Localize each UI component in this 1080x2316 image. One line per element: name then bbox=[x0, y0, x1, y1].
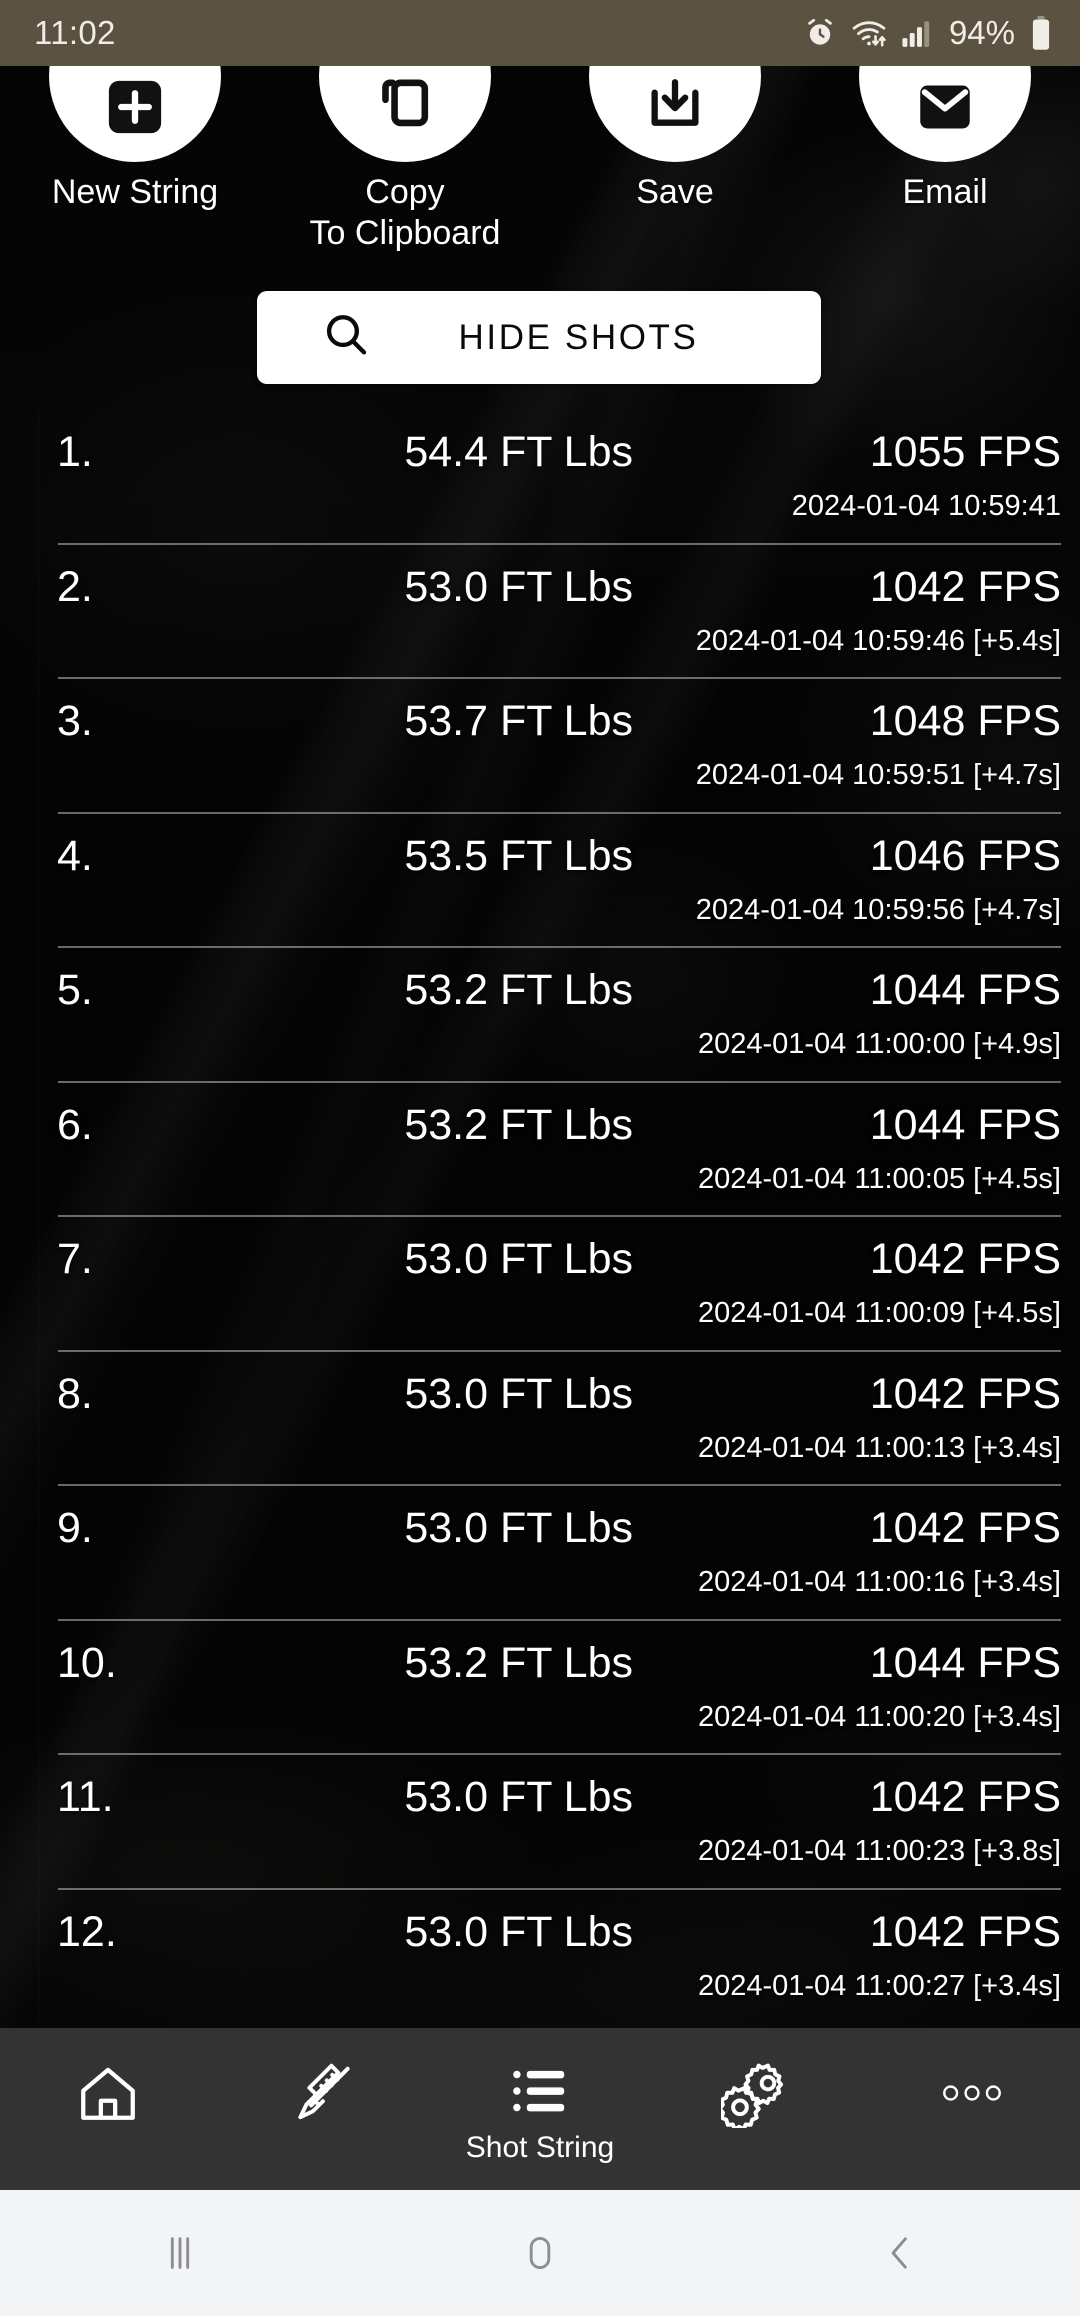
shot-energy: 53.5 FT Lbs bbox=[404, 831, 633, 880]
nav-item-more[interactable] bbox=[864, 2028, 1080, 2190]
shot-timestamp: 2024-01-04 11:00:05 [+4.5s] bbox=[697, 1162, 1061, 1195]
table-row[interactable]: 9. 53.0 FT Lbs 1042 FPS 2024-01-04 11:00… bbox=[0, 1486, 1080, 1621]
shot-energy: 53.0 FT Lbs bbox=[404, 1235, 633, 1283]
shot-energy: 53.0 FT Lbs bbox=[404, 1369, 633, 1418]
back-button[interactable] bbox=[720, 2190, 1080, 2316]
shot-speed: 1044 FPS bbox=[869, 1100, 1061, 1149]
rifle-icon bbox=[291, 2060, 357, 2126]
table-row[interactable]: 11. 53.0 FT Lbs 1042 FPS 2024-01-04 11:0… bbox=[0, 1755, 1080, 1890]
nav-item-settings[interactable] bbox=[648, 2028, 864, 2190]
email-button[interactable]: Email bbox=[810, 0, 1080, 254]
gears-icon bbox=[721, 2058, 791, 2128]
system-navigation-bar bbox=[0, 2190, 1080, 2316]
shot-speed: 1048 FPS bbox=[869, 697, 1061, 745]
hide-shots-button[interactable]: HIDE SHOTS bbox=[257, 291, 821, 384]
status-icons: 94% bbox=[803, 14, 1052, 52]
nav-item-shot-string-label: Shot String bbox=[465, 2130, 615, 2164]
shot-energy: 53.2 FT Lbs bbox=[404, 1100, 633, 1149]
shot-speed: 1042 FPS bbox=[869, 1773, 1061, 1821]
shot-timestamp: 2024-01-04 11:00:27 [+3.4s] bbox=[697, 1969, 1061, 2002]
recents-icon bbox=[157, 2230, 203, 2276]
table-row[interactable]: 12. 53.0 FT Lbs 1042 FPS 2024-01-04 11:0… bbox=[0, 1890, 1080, 2023]
recents-button[interactable] bbox=[0, 2190, 360, 2316]
shot-timestamp: 2024-01-04 10:59:41 bbox=[791, 490, 1061, 522]
copy-to-clipboard-button[interactable]: Copy To Clipboard bbox=[270, 0, 540, 254]
shot-timestamp: 2024-01-04 11:00:23 [+3.8s] bbox=[697, 1835, 1061, 1867]
copy-to-clipboard-button-label: Copy To Clipboard bbox=[310, 172, 501, 254]
shot-energy: 53.2 FT Lbs bbox=[404, 1638, 633, 1687]
table-row[interactable]: 5. 53.2 FT Lbs 1044 FPS 2024-01-04 11:00… bbox=[0, 948, 1080, 1083]
save-button-label: Save bbox=[636, 173, 714, 211]
shot-speed: 1055 FPS bbox=[869, 428, 1061, 476]
copy-label-line1: Copy bbox=[365, 173, 445, 211]
email-icon bbox=[912, 74, 978, 140]
save-download-icon bbox=[642, 74, 708, 140]
shot-timestamp: 2024-01-04 11:00:13 [+3.4s] bbox=[697, 1431, 1061, 1464]
shot-speed: 1042 FPS bbox=[869, 1235, 1061, 1283]
shot-timestamp: 2024-01-04 10:59:46 [+5.4s] bbox=[695, 624, 1061, 657]
add-note-icon bbox=[102, 74, 168, 140]
top-action-toolbar: New String Copy To Clipboard Save Email bbox=[0, 0, 1080, 254]
new-string-button[interactable]: New String bbox=[0, 0, 270, 254]
shot-timestamp: 2024-01-04 10:59:51 [+4.7s] bbox=[695, 759, 1061, 791]
nav-item-shot-string[interactable]: Shot String bbox=[432, 2028, 648, 2190]
signal-icon bbox=[901, 17, 933, 49]
shot-speed: 1044 FPS bbox=[869, 966, 1061, 1014]
shot-energy: 53.2 FT Lbs bbox=[404, 966, 633, 1014]
shot-timestamp: 2024-01-04 11:00:09 [+4.5s] bbox=[697, 1297, 1061, 1329]
shot-timestamp: 2024-01-04 11:00:20 [+3.4s] bbox=[697, 1700, 1061, 1733]
table-row[interactable]: 7. 53.0 FT Lbs 1042 FPS 2024-01-04 11:00… bbox=[0, 1217, 1080, 1352]
table-row[interactable]: 10. 53.2 FT Lbs 1044 FPS 2024-01-04 11:0… bbox=[0, 1621, 1080, 1755]
list-icon bbox=[507, 2058, 573, 2124]
shot-timestamp: 2024-01-04 10:59:56 [+4.7s] bbox=[695, 893, 1061, 926]
home-button[interactable] bbox=[360, 2190, 720, 2316]
shot-timestamp: 2024-01-04 11:00:00 [+4.9s] bbox=[697, 1028, 1061, 1060]
home-icon bbox=[75, 2060, 141, 2126]
shot-energy: 54.4 FT Lbs bbox=[404, 428, 633, 476]
save-button[interactable]: Save bbox=[540, 0, 810, 254]
table-row[interactable]: 1. 54.4 FT Lbs 1055 FPS 2024-01-04 10:59… bbox=[0, 410, 1080, 545]
shot-speed: 1042 FPS bbox=[869, 1504, 1061, 1552]
shot-string-list[interactable]: 1. 54.4 FT Lbs 1055 FPS 2024-01-04 10:59… bbox=[0, 410, 1080, 2022]
table-row[interactable]: 3. 53.7 FT Lbs 1048 FPS 2024-01-04 10:59… bbox=[0, 679, 1080, 814]
shot-speed: 1042 FPS bbox=[869, 1907, 1061, 1956]
shot-energy: 53.0 FT Lbs bbox=[404, 1504, 633, 1552]
home-circle-icon bbox=[517, 2230, 563, 2276]
search-icon bbox=[320, 309, 372, 366]
battery-percent-label: 94% bbox=[948, 14, 1015, 51]
shot-speed: 1042 FPS bbox=[869, 1369, 1061, 1418]
shot-energy: 53.7 FT Lbs bbox=[404, 697, 633, 745]
nav-item-rifle[interactable] bbox=[216, 2028, 432, 2190]
hide-shots-button-label: HIDE SHOTS bbox=[458, 317, 699, 357]
wifi-icon bbox=[850, 16, 888, 50]
new-string-button-label: New String bbox=[51, 173, 219, 211]
more-dots-icon bbox=[939, 2078, 1005, 2108]
shot-speed: 1042 FPS bbox=[869, 562, 1061, 611]
nav-item-home[interactable] bbox=[0, 2028, 216, 2190]
table-row[interactable]: 6. 53.2 FT Lbs 1044 FPS 2024-01-04 11:00… bbox=[0, 1083, 1080, 1217]
shot-speed: 1044 FPS bbox=[869, 1638, 1061, 1687]
bottom-navigation-bar: Shot String bbox=[0, 2028, 1080, 2190]
table-row[interactable]: 4. 53.5 FT Lbs 1046 FPS 2024-01-04 10:59… bbox=[0, 814, 1080, 948]
table-row[interactable]: 8. 53.0 FT Lbs 1042 FPS 2024-01-04 11:00… bbox=[0, 1352, 1080, 1486]
shot-energy: 53.0 FT Lbs bbox=[404, 562, 633, 611]
status-bar: 11:02 94% bbox=[0, 0, 1080, 66]
shot-speed: 1046 FPS bbox=[869, 831, 1061, 880]
back-icon bbox=[877, 2230, 923, 2276]
copy-icon bbox=[372, 74, 438, 140]
shot-energy: 53.0 FT Lbs bbox=[404, 1907, 633, 1956]
app-root: 11:02 94% New String Copy To Clipboard S… bbox=[0, 0, 1080, 2316]
alarm-icon bbox=[803, 16, 837, 50]
shot-timestamp: 2024-01-04 11:00:16 [+3.4s] bbox=[697, 1566, 1061, 1598]
email-button-label: Email bbox=[902, 173, 988, 211]
copy-label-line2: To Clipboard bbox=[309, 214, 501, 252]
table-row[interactable]: 2. 53.0 FT Lbs 1042 FPS 2024-01-04 10:59… bbox=[0, 545, 1080, 679]
status-clock: 11:02 bbox=[34, 14, 116, 51]
battery-icon bbox=[1030, 15, 1052, 51]
shot-energy: 53.0 FT Lbs bbox=[404, 1773, 633, 1821]
